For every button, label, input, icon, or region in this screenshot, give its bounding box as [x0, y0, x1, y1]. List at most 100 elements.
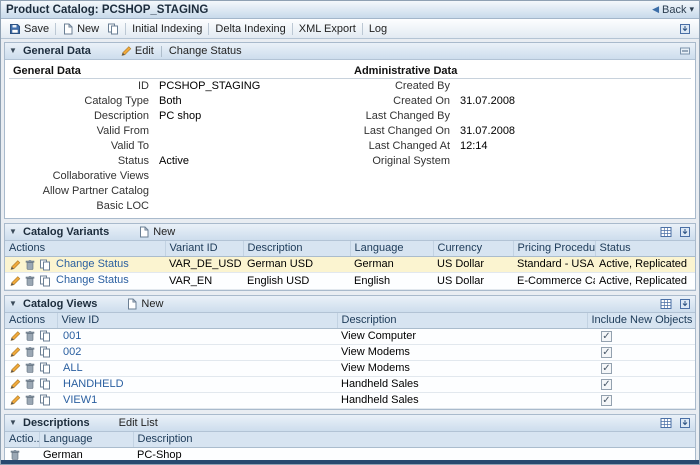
delete-icon[interactable] [24, 330, 36, 342]
variant-status-cell: Active, Replicated [595, 272, 695, 290]
col-variant-id: Variant ID [165, 241, 244, 257]
variant-row[interactable]: Change Status VAR_EN English USD English… [5, 272, 695, 290]
variant-language-cell: German [350, 256, 433, 274]
copy-icon[interactable] [39, 259, 51, 271]
window-bottom-edge [1, 460, 699, 464]
copy-icon[interactable] [39, 275, 51, 287]
export-icon[interactable] [679, 298, 691, 310]
collapse-section-icon[interactable]: ▼ [9, 418, 19, 427]
collapse-section-icon[interactable]: ▼ [9, 299, 19, 308]
copy-icon[interactable] [39, 346, 51, 358]
view-id-link[interactable]: HANDHELD [63, 378, 124, 390]
include-new-objects-cell: ✓ [587, 360, 695, 377]
edit-icon[interactable] [9, 275, 21, 287]
view-row[interactable]: VIEW1 Handheld Sales ✓ [5, 392, 695, 409]
include-new-objects-checkbox[interactable]: ✓ [601, 378, 612, 390]
col-actions: Actio... [5, 431, 40, 448]
collapse-tray-icon[interactable] [679, 45, 691, 57]
edit-icon[interactable] [9, 259, 21, 271]
back-menu-caret-icon[interactable]: ▾ [689, 5, 694, 14]
personalize-icon[interactable] [675, 22, 695, 36]
general-data-body: General Data ID PCSHOP_STAGING Catalog Ty… [5, 60, 695, 218]
include-new-objects-checkbox[interactable]: ✓ [601, 346, 612, 358]
delete-icon[interactable] [24, 362, 36, 374]
view-row[interactable]: ALL View Modems ✓ [5, 360, 695, 377]
edit-button[interactable]: Edit [117, 45, 157, 57]
new-page-icon [126, 298, 138, 310]
edit-icon[interactable] [9, 362, 21, 374]
edit-icon[interactable] [9, 394, 21, 406]
collapse-section-icon[interactable]: ▼ [9, 47, 19, 55]
table-layout-icon[interactable] [660, 417, 672, 429]
main-toolbar: Save New Initial Indexing Delta Indexing… [1, 19, 699, 39]
initial-indexing-button[interactable]: Initial Indexing [128, 22, 206, 36]
field-row: Last Changed By [350, 109, 691, 124]
section-title: Catalog Variants [23, 226, 110, 238]
view-description-cell: View Modems [337, 360, 587, 377]
copy-icon[interactable] [39, 330, 51, 342]
titlebar: Product Catalog: PCSHOP_STAGING ◀ Back ▾ [1, 1, 699, 19]
xml-export-button[interactable]: XML Export [295, 22, 360, 36]
copy-icon[interactable] [39, 394, 51, 406]
collapse-section-icon[interactable]: ▼ [9, 228, 19, 236]
delete-icon[interactable] [24, 346, 36, 358]
field-label: Collaborative Views [52, 170, 149, 182]
copy-icon [107, 23, 119, 35]
delete-icon[interactable] [24, 259, 36, 271]
change-status-link[interactable]: Change Status [56, 273, 129, 288]
variant-currency-cell: US Dollar [433, 256, 513, 274]
view-id-link[interactable]: 001 [63, 330, 81, 342]
field-label: Last Changed On [363, 125, 450, 137]
view-id-link[interactable]: 002 [63, 346, 81, 358]
field-value: 31.07.2008 [460, 95, 516, 107]
copy-icon[interactable] [39, 362, 51, 374]
edit-list-button[interactable]: Edit List [116, 417, 161, 429]
view-description-cell: Handheld Sales [337, 376, 587, 393]
variant-row[interactable]: Change Status VAR_DE_USD German USD Germ… [5, 256, 695, 274]
administrative-data-column: Administrative Data Created By Created O… [350, 62, 691, 214]
variant-id-cell: VAR_DE_USD [165, 256, 243, 274]
copy-button[interactable] [103, 22, 123, 36]
delta-indexing-button[interactable]: Delta Indexing [211, 22, 289, 36]
save-button[interactable]: Save [5, 22, 53, 36]
field-row: Catalog Type Both [9, 94, 350, 109]
view-id-link[interactable]: ALL [63, 362, 83, 374]
view-row[interactable]: 002 View Modems ✓ [5, 344, 695, 361]
new-variant-button[interactable]: New [135, 226, 178, 238]
change-status-link[interactable]: Change Status [56, 257, 129, 272]
catalog-variants-header: ▼ Catalog Variants New [5, 224, 695, 241]
edit-icon[interactable] [9, 330, 21, 342]
export-icon[interactable] [679, 417, 691, 429]
edit-icon[interactable] [9, 378, 21, 390]
delete-icon[interactable] [24, 275, 36, 287]
field-value: Active [159, 155, 189, 167]
field-row: Created By [350, 79, 691, 94]
delete-icon[interactable] [9, 449, 21, 460]
log-button[interactable]: Log [365, 22, 391, 36]
include-new-objects-checkbox[interactable]: ✓ [601, 394, 612, 406]
new-button[interactable]: New [58, 22, 103, 36]
actions-cell [5, 376, 57, 393]
delete-icon[interactable] [24, 378, 36, 390]
view-row[interactable]: HANDHELD Handheld Sales ✓ [5, 376, 695, 393]
product-catalog-window: Product Catalog: PCSHOP_STAGING ◀ Back ▾… [0, 0, 700, 465]
view-id-link[interactable]: VIEW1 [63, 394, 97, 406]
back-arrow-icon: ◀ [652, 4, 659, 14]
variant-currency-cell: US Dollar [433, 272, 513, 290]
include-new-objects-checkbox[interactable]: ✓ [601, 362, 612, 374]
delete-icon[interactable] [24, 394, 36, 406]
edit-icon[interactable] [9, 346, 21, 358]
new-view-button[interactable]: New [123, 298, 166, 310]
change-status-button[interactable]: Change Status [166, 45, 245, 57]
include-new-objects-checkbox[interactable]: ✓ [601, 330, 612, 342]
back-button[interactable]: ◀ Back ▾ [652, 4, 694, 16]
view-row[interactable]: 001 View Computer ✓ [5, 328, 695, 345]
new-label: New [77, 22, 100, 35]
description-row[interactable]: German PC-Shop [5, 447, 695, 460]
copy-icon[interactable] [39, 378, 51, 390]
table-layout-icon[interactable] [660, 298, 672, 310]
export-icon[interactable] [679, 226, 691, 238]
field-row: Collaborative Views [9, 169, 350, 184]
table-layout-icon[interactable] [660, 226, 672, 238]
field-value: 31.07.2008 [460, 125, 516, 137]
